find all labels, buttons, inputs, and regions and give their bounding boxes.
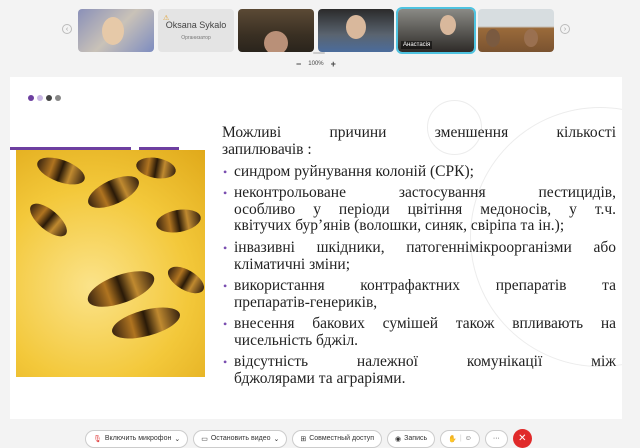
bees-honeycomb-image [16, 150, 205, 377]
item-line: кліматичні зміни; [234, 255, 351, 273]
share-button[interactable]: ⊞ Совместный доступ [292, 429, 383, 448]
item-line: використання контрафактних препаратів та [234, 276, 616, 294]
list-item: використання контрафактних препаратів та… [222, 276, 616, 312]
slide-text: Можливі причини зменшення кількості запи… [222, 124, 616, 392]
participant-video[interactable] [478, 9, 554, 52]
shared-slide: Можливі причини зменшення кількості запи… [10, 77, 622, 419]
item-line: квітучих бур’янів (волошки, синяк, свірі… [234, 217, 565, 235]
chevron-down-icon[interactable]: ⌄ [273, 435, 279, 443]
item-line: інвазивні шкідники, патогеннімікрооргані… [234, 238, 616, 256]
camera-icon: ▭ [201, 435, 208, 443]
slide-dots [28, 95, 61, 101]
list-item: відсутність належної комунікації міжбджо… [222, 353, 616, 388]
participant-name: Oksana Sykalo [165, 20, 227, 30]
chevron-left-icon: ‹ [65, 25, 69, 33]
leave-meeting-button[interactable]: ✕ [512, 429, 532, 448]
list-item: неконтрольоване застосування пестицидів,… [222, 183, 616, 235]
item-line: бджолярами та аграріями. [234, 369, 406, 387]
dot [55, 95, 61, 101]
list-item: внесення бакових сумішей також впливають… [222, 314, 616, 350]
meeting-toolbar: 🎙 Включить микрофон ⌄ ▭ Остановить видео ⌄ ⊞… [85, 429, 532, 448]
participant-video[interactable] [318, 9, 394, 52]
share-screen-icon: ⊞ [300, 435, 307, 443]
list-item: синдром руйнування колоній (СРК); [222, 162, 616, 181]
share-label: Совместный доступ [309, 435, 375, 442]
participant-strip: ⚠ Oksana Sykalo Организатор Анастасія [78, 7, 554, 54]
list-item: інвазивні шкідники, патогеннімікрооргані… [222, 238, 616, 274]
chevron-down-icon[interactable]: ⌄ [174, 435, 180, 443]
item-line: внесення бакових сумішей також впливають… [234, 314, 616, 332]
dot [28, 95, 34, 101]
zoom-control: − 100% + [296, 59, 336, 69]
item-line: відсутність належної комунікації між [234, 353, 616, 371]
dot [37, 95, 43, 101]
heading-line: запилювачів : [222, 140, 312, 158]
record-label: Запись [404, 435, 428, 442]
slide-heading: Можливі причини зменшення кількості запи… [222, 124, 616, 159]
raise-hand-icon[interactable]: ✋ [448, 435, 457, 443]
participant-video[interactable] [238, 9, 314, 52]
unmute-label: Включить микрофон [104, 435, 172, 442]
zoom-level: 100% [308, 61, 324, 67]
emoji-icon[interactable]: ☺ [465, 435, 472, 442]
stop-video-button[interactable]: ▭ Остановить видео ⌄ [193, 429, 288, 448]
zoom-out-button[interactable]: − [296, 59, 301, 69]
stop-video-label: Остановить видео [210, 435, 271, 442]
participant-video[interactable] [78, 9, 154, 52]
record-button[interactable]: ◉ Запись [387, 429, 436, 448]
warning-icon: ⚠ [163, 15, 170, 22]
dot [46, 95, 52, 101]
more-button[interactable]: ··· [484, 429, 508, 448]
reasons-list: синдром руйнування колоній (СРК); неконт… [222, 162, 616, 388]
item-line: особливо у періоди цвітіння медоносів, у… [234, 200, 616, 218]
close-icon: ✕ [518, 433, 527, 444]
mic-off-icon: 🎙 [93, 435, 102, 443]
heading-line: Можливі причини зменшення кількості [222, 124, 616, 141]
unmute-button[interactable]: 🎙 Включить микрофон ⌄ [85, 429, 189, 448]
item-line: неконтрольоване застосування пестицидів, [234, 183, 616, 201]
participant-role: Организатор [181, 35, 211, 41]
zoom-in-button[interactable]: + [331, 59, 336, 69]
item-line: чисельність бджіл. [234, 331, 359, 349]
scroll-right-button[interactable]: › [560, 24, 570, 34]
record-icon: ◉ [395, 435, 402, 443]
item-line: синдром руйнування колоній (СРК); [234, 162, 474, 180]
participant-tile-organizer[interactable]: ⚠ Oksana Sykalo Организатор [158, 9, 234, 52]
strip-resize-handle[interactable] [313, 52, 325, 54]
participant-video-active[interactable]: Анастасія [396, 7, 476, 54]
scroll-left-button[interactable]: ‹ [62, 24, 72, 34]
reactions-button[interactable]: ✋ | ☺ [440, 429, 480, 448]
more-icon: ··· [492, 435, 500, 442]
chevron-right-icon: › [563, 25, 567, 33]
item-line: препаратів-генериків, [234, 293, 378, 311]
participant-name: Анастасія [401, 41, 433, 49]
